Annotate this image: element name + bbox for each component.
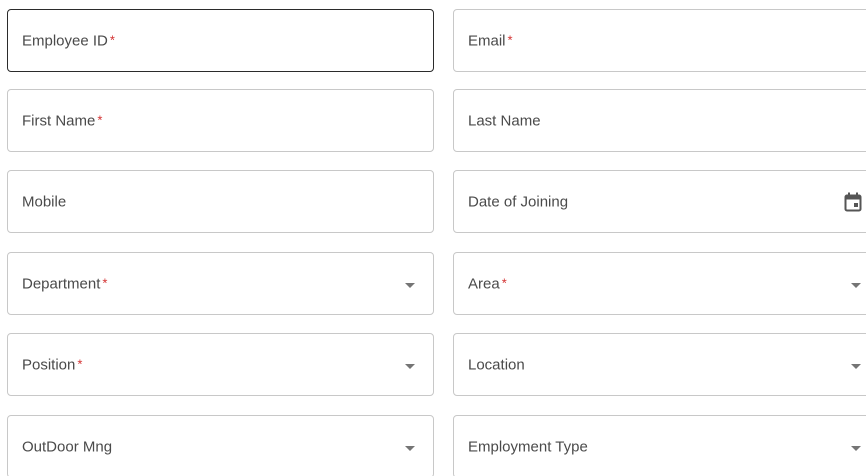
required-marker: * <box>102 275 108 290</box>
dropdown-arrow-icon[interactable] <box>405 363 415 369</box>
first-name-field[interactable]: First Name * <box>7 89 434 152</box>
dropdown-arrow-icon[interactable] <box>405 282 415 288</box>
area-select[interactable]: Area * <box>453 252 866 315</box>
outdoor-mng-select[interactable]: OutDoor Mng <box>7 415 434 476</box>
email-label: Email * <box>468 32 513 49</box>
area-label: Area * <box>468 275 507 292</box>
calendar-icon[interactable] <box>844 192 862 212</box>
required-marker: * <box>97 112 103 127</box>
location-label: Location <box>468 356 525 373</box>
department-label: Department * <box>22 275 108 292</box>
dropdown-arrow-icon[interactable] <box>851 282 861 288</box>
dropdown-arrow-icon[interactable] <box>851 445 861 451</box>
last-name-label: Last Name <box>468 112 541 129</box>
required-marker: * <box>109 32 115 47</box>
department-select[interactable]: Department * <box>7 252 434 315</box>
outdoor-mng-label: OutDoor Mng <box>22 438 113 455</box>
employee-id-label: Employee ID * <box>22 32 115 49</box>
required-marker: * <box>501 275 507 290</box>
date-of-joining-label: Date of Joining <box>468 193 569 210</box>
dropdown-arrow-icon[interactable] <box>405 445 415 451</box>
employee-form: Employee ID * Email * First Name * Last Nam… <box>0 0 866 476</box>
email-field[interactable]: Email * <box>453 9 866 72</box>
employment-type-select[interactable]: Employment Type <box>453 415 866 476</box>
location-select[interactable]: Location <box>453 333 866 396</box>
position-select[interactable]: Position * <box>7 333 434 396</box>
last-name-field[interactable]: Last Name <box>453 89 866 152</box>
required-marker: * <box>507 32 513 47</box>
date-of-joining-field[interactable]: Date of Joining <box>453 170 866 233</box>
employment-type-label: Employment Type <box>468 438 588 455</box>
required-marker: * <box>77 356 83 371</box>
dropdown-arrow-icon[interactable] <box>851 363 861 369</box>
position-label: Position * <box>22 356 83 373</box>
mobile-field[interactable]: Mobile <box>7 170 434 233</box>
first-name-label: First Name * <box>22 112 103 129</box>
mobile-label: Mobile <box>22 193 67 210</box>
employee-id-field[interactable]: Employee ID * <box>7 9 434 72</box>
